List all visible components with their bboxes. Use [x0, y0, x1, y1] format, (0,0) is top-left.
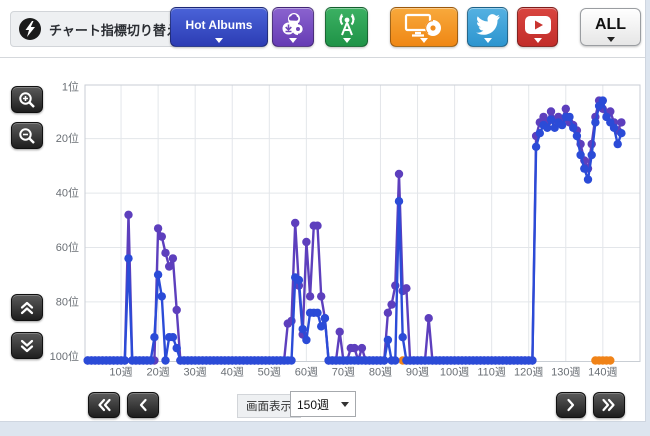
dropdown-caret-icon — [484, 38, 492, 43]
content-panel: チャート指標切り替え Hot Albums — [0, 0, 646, 422]
svg-text:20週: 20週 — [146, 366, 169, 379]
svg-text:40位: 40位 — [56, 186, 79, 200]
chart-metric-switch-tag: チャート指標切り替え — [10, 11, 190, 47]
pc-lookup-icon — [402, 11, 446, 39]
hot-albums-label: Hot Albums — [186, 19, 253, 32]
svg-text:110週: 110週 — [477, 366, 506, 379]
twitter-icon — [475, 14, 501, 36]
magnifier-minus-icon — [18, 127, 36, 145]
chart-panel: 1位 20位 40位 60位 80位 100位 10週 20週 30週 40週 50週 60週 70週 8… — [0, 58, 645, 421]
radio-metric-button[interactable] — [325, 7, 368, 47]
scroll-down-button[interactable] — [11, 332, 43, 359]
svg-text:10週: 10週 — [109, 366, 132, 379]
hot-albums-button[interactable]: Hot Albums — [170, 7, 268, 47]
youtube-metric-button[interactable] — [517, 7, 558, 47]
switch-label: チャート指標切り替え — [49, 20, 179, 39]
double-chevron-up-icon — [19, 300, 35, 316]
dropdown-caret-icon — [607, 37, 615, 42]
svg-text:40週: 40週 — [221, 366, 244, 379]
svg-text:80週: 80週 — [369, 366, 392, 379]
double-chevron-down-icon — [19, 338, 35, 354]
svg-text:100位: 100位 — [50, 349, 79, 363]
lookup-metric-button[interactable] — [390, 7, 458, 47]
svg-text:140週: 140週 — [588, 366, 617, 379]
dropdown-caret-icon — [215, 38, 223, 43]
dropdown-caret-icon — [343, 38, 351, 43]
zoom-in-button[interactable] — [11, 86, 43, 113]
dropdown-caret-icon — [420, 38, 428, 43]
all-metrics-button[interactable]: ALL — [580, 8, 641, 46]
download-metric-button[interactable] — [272, 7, 314, 47]
svg-text:70週: 70週 — [332, 366, 355, 379]
svg-text:100週: 100週 — [440, 366, 469, 379]
svg-text:60週: 60週 — [295, 366, 318, 379]
rank-chart: 1位 20位 40位 60位 80位 100位 10週 20週 30週 40週 50週 60週 70週 8… — [0, 58, 645, 421]
svg-text:90週: 90週 — [406, 366, 429, 379]
download-cluster-icon — [279, 11, 307, 39]
billboard-charts-icon — [17, 16, 43, 42]
scroll-up-button[interactable] — [11, 294, 43, 321]
dropdown-caret-icon — [534, 38, 542, 43]
svg-text:1位: 1位 — [62, 80, 79, 94]
svg-text:50週: 50週 — [258, 366, 281, 379]
chart-metric-page: チャート指標切り替え Hot Albums — [0, 0, 650, 436]
zoom-out-button[interactable] — [11, 122, 43, 149]
magnifier-plus-icon — [18, 91, 36, 109]
svg-text:30週: 30週 — [184, 366, 207, 379]
svg-text:20位: 20位 — [56, 131, 79, 145]
all-label: ALL — [595, 16, 626, 34]
twitter-metric-button[interactable] — [467, 7, 508, 47]
svg-text:130週: 130週 — [551, 366, 580, 379]
svg-text:80位: 80位 — [56, 294, 79, 308]
radio-tower-icon — [333, 11, 361, 39]
metric-toolbar: チャート指標切り替え Hot Albums — [0, 0, 645, 58]
dropdown-caret-icon — [289, 38, 297, 43]
youtube-icon — [524, 15, 552, 35]
svg-text:60位: 60位 — [56, 240, 79, 254]
svg-text:120週: 120週 — [514, 366, 543, 379]
